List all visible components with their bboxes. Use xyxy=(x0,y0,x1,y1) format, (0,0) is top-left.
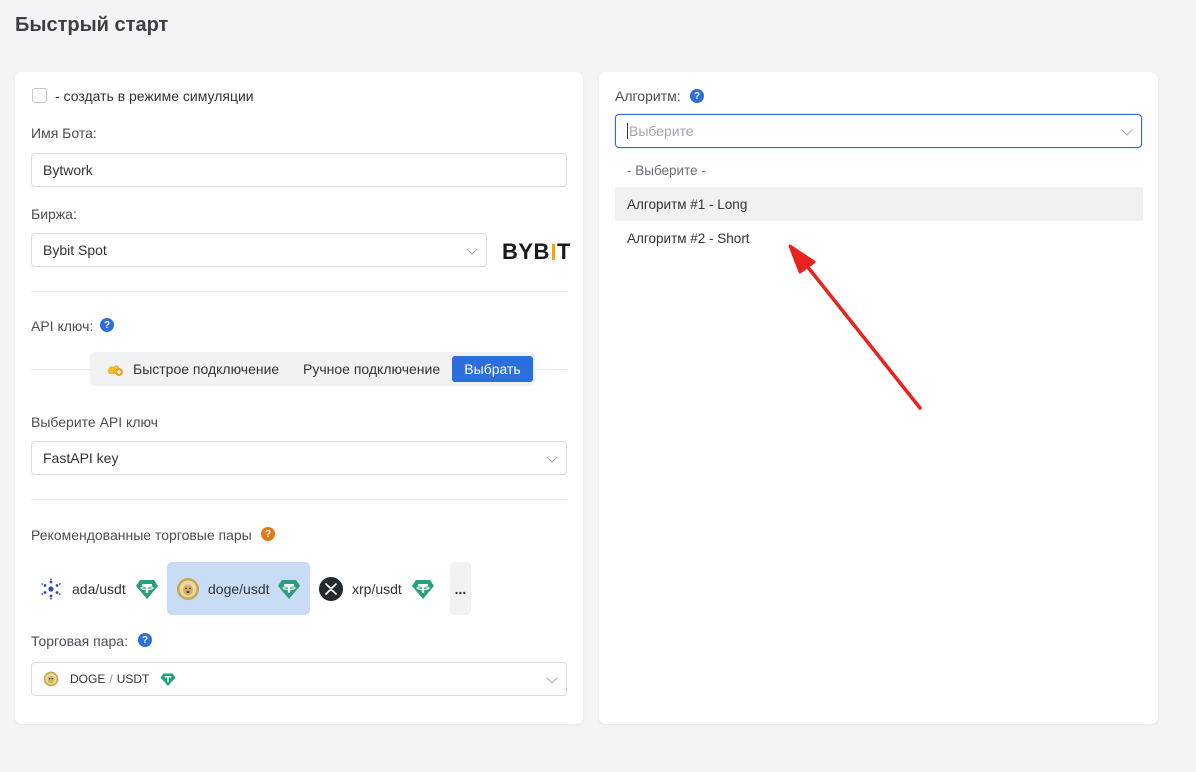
bot-settings-card: - создать в режиме симуляции Имя Бота: B… xyxy=(15,72,583,724)
tether-icon xyxy=(161,673,176,686)
dogecoin-icon xyxy=(43,671,59,687)
pair-label: ada/usdt xyxy=(72,580,126,597)
pair-ada-usdt[interactable]: ada/usdt xyxy=(31,562,165,615)
divider xyxy=(31,291,567,292)
dogecoin-icon xyxy=(177,577,199,600)
exchange-value: Bybit Spot xyxy=(43,242,107,258)
text-cursor xyxy=(627,123,628,139)
cloud-plus-icon xyxy=(107,365,123,376)
simulation-label: - создать в режиме симуляции xyxy=(55,88,254,104)
tab-quick-connect[interactable]: Быстрое подключение xyxy=(106,352,279,386)
trading-pair-label: Торговая пара: xyxy=(31,633,128,649)
algorithm-label: Алгоритм: xyxy=(615,88,681,104)
help-icon[interactable]: ? xyxy=(690,89,704,103)
trading-pair-select[interactable]: DOGE / USDT xyxy=(31,662,567,696)
trading-pair-quote: USDT xyxy=(116,672,150,686)
api-key-select[interactable]: FastAPI key xyxy=(31,441,567,475)
divider xyxy=(31,499,567,500)
chevron-down-icon xyxy=(546,672,558,684)
recommended-pairs-label: Рекомендованные торговые пары xyxy=(31,527,252,543)
chevron-down-icon xyxy=(546,451,558,463)
tether-icon xyxy=(277,579,300,599)
algorithm-option-long[interactable]: Алгоритм #1 - Long xyxy=(615,187,1143,221)
tab-select[interactable]: Выбрать xyxy=(452,356,533,382)
pair-doge-usdt[interactable]: doge/usdt xyxy=(167,562,310,615)
bot-name-value: Bytwork xyxy=(43,162,93,178)
help-icon[interactable]: ? xyxy=(100,318,114,332)
select-api-key-label: Выберите API ключ xyxy=(31,414,158,430)
algorithm-option-short[interactable]: Алгоритм #2 - Short xyxy=(615,221,1143,255)
tether-icon xyxy=(411,579,434,599)
tab-manual-connect[interactable]: Ручное подключение xyxy=(303,352,440,386)
pair-xrp-usdt[interactable]: xrp/usdt xyxy=(311,562,445,615)
exchange-select[interactable]: Bybit Spot xyxy=(31,233,487,267)
bot-name-input[interactable]: Bytwork xyxy=(31,153,567,187)
api-key-label: API ключ: xyxy=(31,318,94,334)
algorithm-card: Алгоритм: ? Выберите - Выберите - Алгори… xyxy=(599,72,1158,724)
bot-name-label: Имя Бота: xyxy=(31,125,97,141)
pair-label: xrp/usdt xyxy=(352,580,402,597)
pair-label: doge/usdt xyxy=(208,580,270,597)
xrp-icon xyxy=(319,576,343,601)
chevron-down-icon xyxy=(1121,124,1133,136)
trading-pair-base: DOGE xyxy=(70,672,106,686)
simulation-checkbox[interactable] xyxy=(32,88,47,103)
page-title: Быстрый старт xyxy=(15,14,169,36)
exchange-label: Биржа: xyxy=(31,206,77,222)
help-icon[interactable]: ? xyxy=(138,633,152,647)
trading-pair-separator: / xyxy=(109,672,113,686)
algorithm-select[interactable]: Выберите xyxy=(615,114,1142,148)
more-pairs-button[interactable]: ... xyxy=(450,562,471,615)
help-icon[interactable]: ? xyxy=(261,527,275,541)
connection-mode-tabs: Быстрое подключение Ручное подключение В… xyxy=(90,352,535,386)
tether-icon xyxy=(135,579,158,599)
api-key-value: FastAPI key xyxy=(43,450,119,466)
algorithm-placeholder: Выберите xyxy=(629,123,694,139)
cardano-icon xyxy=(41,577,61,600)
algorithm-option-none[interactable]: - Выберите - xyxy=(615,153,1143,187)
chevron-down-icon xyxy=(466,243,478,255)
bybit-logo: BYB T xyxy=(502,239,571,264)
